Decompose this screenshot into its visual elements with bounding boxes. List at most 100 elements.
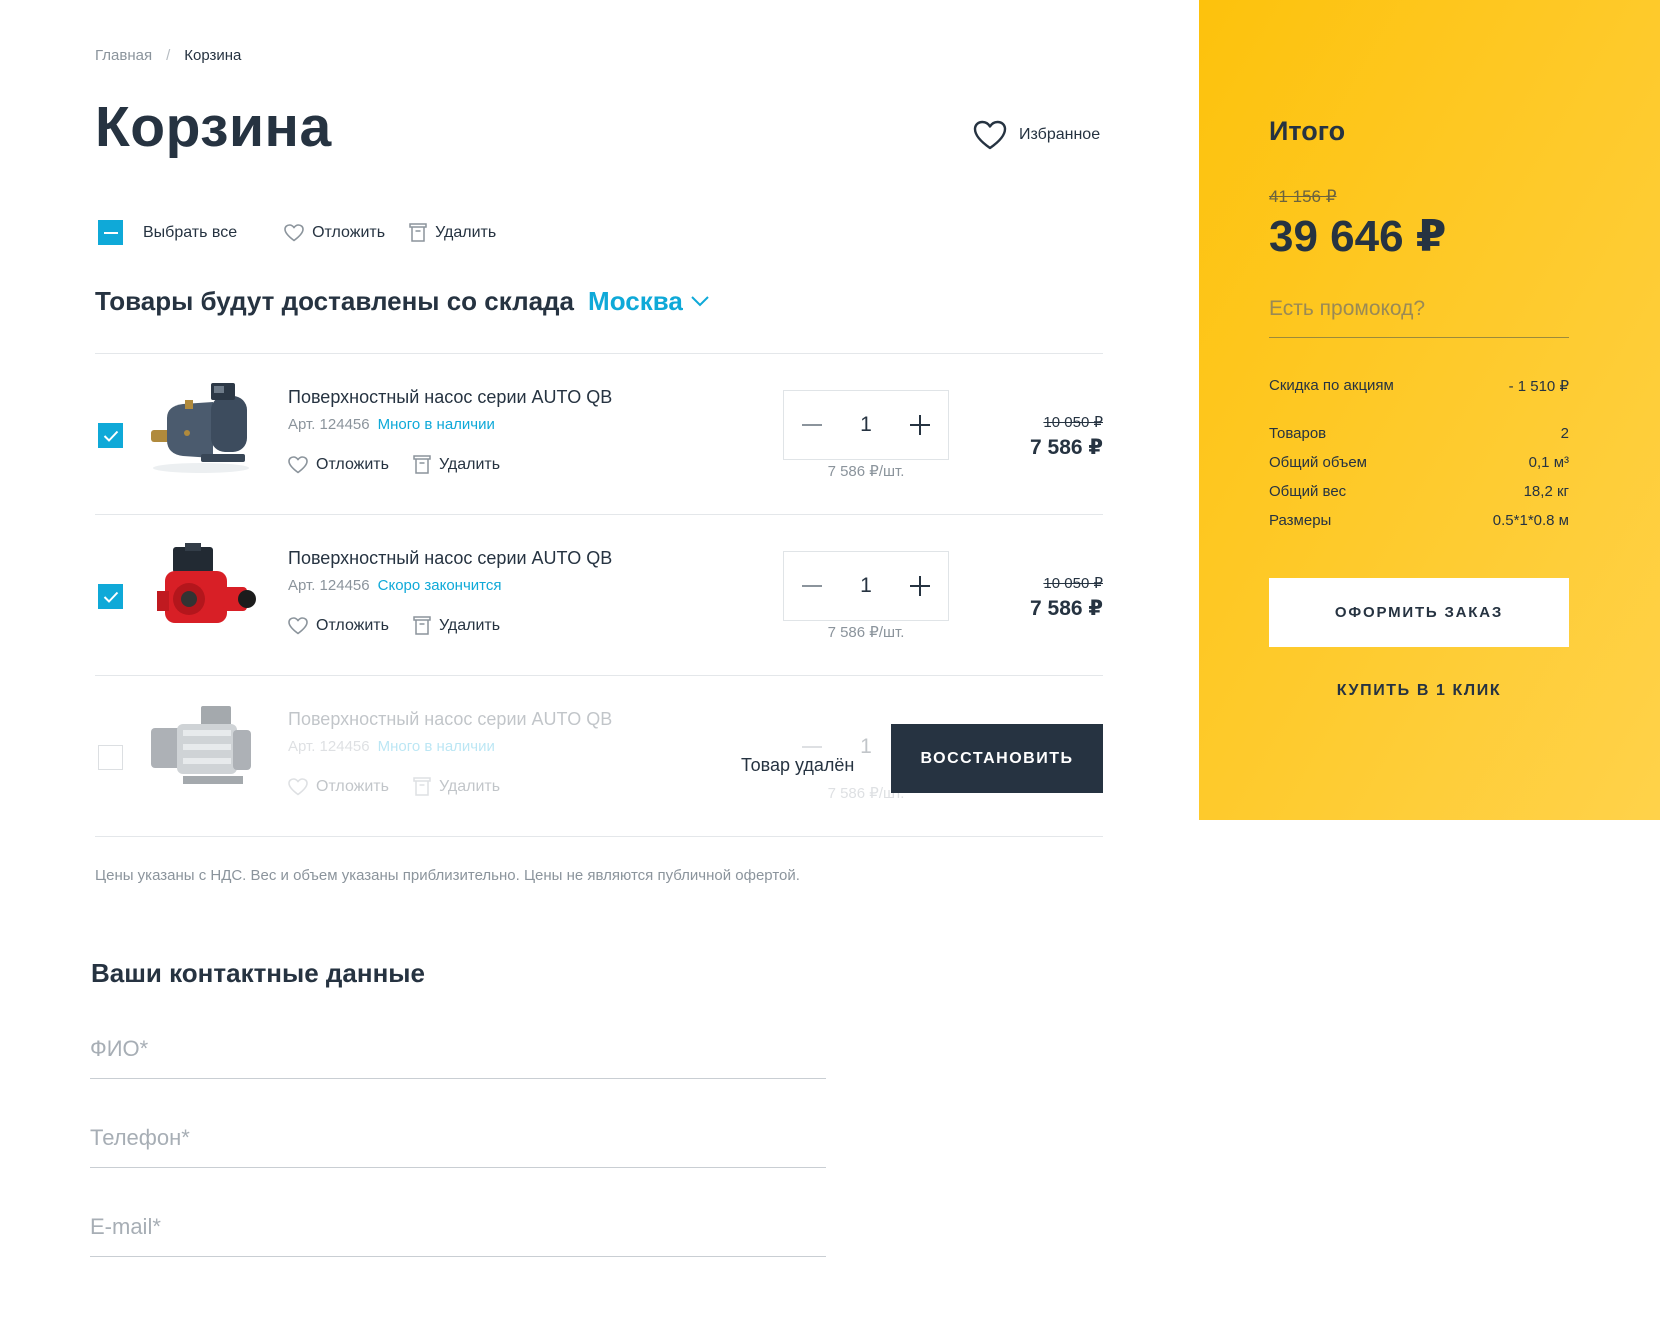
item-stock-status: Много в наличии	[377, 416, 495, 433]
unit-price: 7 586 ₽/шт.	[827, 463, 905, 480]
postpone-label: Отложить	[316, 777, 389, 795]
item-checkbox[interactable]	[98, 584, 123, 609]
summary-label: Общий объем	[1269, 454, 1367, 471]
warehouse-label: Товары будут доставлены со склада	[95, 286, 575, 316]
item-actions: Отложить Удалить	[288, 616, 500, 635]
item-stock-status: Много в наличии	[377, 738, 495, 755]
heart-icon	[973, 120, 1007, 150]
quantity-value[interactable]: 1	[860, 574, 872, 598]
email-field[interactable]	[90, 1197, 826, 1257]
quantity-stepper: 1	[783, 390, 949, 460]
decrease-button[interactable]	[798, 411, 826, 439]
warehouse-heading: Товары будут доставлены со склада Москва	[95, 286, 709, 317]
item-actions: Отложить Удалить	[288, 777, 500, 796]
postpone-button: Отложить	[288, 777, 389, 796]
promo-code-input[interactable]	[1269, 280, 1569, 338]
summary-value: 0.5*1*0.8 м	[1492, 512, 1569, 529]
product-image	[151, 706, 251, 784]
page-title: Корзина	[95, 95, 332, 159]
trash-icon	[413, 777, 431, 796]
breadcrumb-home-link[interactable]: Главная	[95, 47, 152, 64]
chevron-down-icon	[691, 296, 709, 307]
checkmark-icon	[103, 430, 118, 442]
item-sku: Арт. 124456 Много в наличии	[288, 738, 495, 755]
item-sku-text: Арт. 124456	[288, 738, 370, 755]
order-summary-panel: Итого 41 156 ₽ 39 646 ₽ Скидка по акциям…	[1199, 0, 1660, 820]
old-price: 10 050 ₽	[1043, 414, 1103, 431]
delete-label: Удалить	[438, 616, 501, 634]
decrease-button[interactable]	[798, 572, 826, 600]
summary-value: - 1 510 ₽	[1508, 378, 1569, 395]
checkout-button[interactable]: ОФОРМИТЬ ЗАКАЗ	[1269, 578, 1569, 647]
heart-icon	[288, 777, 308, 795]
postpone-button[interactable]: Отложить	[288, 616, 389, 635]
favorites-link[interactable]: Избранное	[973, 120, 1100, 150]
summary-value: 2	[1560, 425, 1569, 442]
item-removed-label: Товар удалён	[741, 755, 855, 775]
item-stock-status: Скоро закончится	[377, 577, 502, 594]
summary-row-discount: Скидка по акциям - 1 510 ₽	[1269, 377, 1569, 395]
breadcrumb-current: Корзина	[184, 47, 242, 64]
postpone-label: Отложить	[316, 455, 389, 473]
quantity-value[interactable]: 1	[860, 413, 872, 437]
delete-all-button[interactable]: Удалить	[409, 223, 496, 242]
warehouse-city: Москва	[588, 286, 683, 316]
increase-button[interactable]	[906, 411, 934, 439]
old-total: 41 156 ₽	[1269, 187, 1337, 206]
summary-row-items: Товаров 2	[1269, 425, 1569, 442]
delete-label: Удалить	[438, 777, 501, 795]
delete-all-label: Удалить	[435, 223, 497, 241]
item-name[interactable]: Поверхностный насос серии AUTO QB	[288, 548, 612, 569]
item-sku: Арт. 124456 Скоро закончится	[288, 577, 501, 594]
delete-button[interactable]: Удалить	[413, 455, 500, 474]
postpone-all-button[interactable]: Отложить	[284, 224, 385, 242]
summary-row-size: Размеры 0.5*1*0.8 м	[1269, 512, 1569, 529]
breadcrumb-separator: /	[166, 47, 171, 64]
item-checkbox[interactable]	[98, 745, 123, 770]
buy-one-click-button[interactable]: КУПИТЬ В 1 КЛИК	[1269, 682, 1569, 700]
cart-item: Поверхностный насос серии AUTO QB Арт. 1…	[95, 354, 1103, 514]
item-name[interactable]: Поверхностный насос серии AUTO QB	[288, 387, 612, 408]
cart-items-list: Поверхностный насос серии AUTO QB Арт. 1…	[95, 353, 1103, 837]
item-name: Поверхностный насос серии AUTO QB	[288, 709, 613, 729]
full-name-field[interactable]	[90, 1019, 826, 1079]
phone-field[interactable]	[90, 1108, 826, 1168]
contacts-title: Ваши контактные данные	[91, 958, 425, 988]
summary-row-weight: Общий вес 18,2 кг	[1269, 483, 1569, 500]
item-sku-text: Арт. 124456	[288, 416, 370, 433]
trash-icon	[413, 616, 431, 635]
item-sku-text: Арт. 124456	[288, 577, 370, 594]
minus-icon	[103, 231, 118, 234]
heart-icon	[288, 455, 308, 473]
summary-label: Общий вес	[1269, 483, 1347, 500]
postpone-button[interactable]: Отложить	[288, 455, 389, 474]
postpone-all-label: Отложить	[312, 223, 386, 241]
plus-icon	[910, 415, 930, 435]
select-all-checkbox[interactable]	[98, 220, 123, 245]
item-price: 7 586 ₽	[1030, 597, 1103, 620]
favorites-label: Избранное	[1019, 126, 1101, 143]
delete-button: Удалить	[413, 777, 500, 796]
prices-note: Цены указаны с НДС. Вес и объем указаны …	[95, 867, 800, 884]
plus-icon	[910, 576, 930, 596]
minus-icon	[802, 424, 822, 426]
warehouse-city-select[interactable]: Москва	[588, 286, 709, 317]
restore-button[interactable]: ВОССТАНОВИТЬ	[891, 724, 1103, 793]
cart-item-removed: Поверхностный насос серии AUTO QB Арт. 1…	[95, 676, 1103, 836]
summary-value: 0,1 м³	[1528, 454, 1569, 471]
unit-price: 7 586 ₽/шт.	[827, 624, 905, 641]
increase-button[interactable]	[906, 572, 934, 600]
heart-icon	[284, 223, 304, 241]
select-all-label[interactable]: Выбрать все	[143, 224, 237, 242]
delete-button[interactable]: Удалить	[413, 616, 500, 635]
heart-icon	[288, 616, 308, 634]
quantity-stepper: 1	[783, 551, 949, 621]
item-sku: Арт. 124456 Много в наличии	[288, 416, 495, 433]
divider	[95, 836, 1103, 837]
summary-value: 18,2 кг	[1523, 483, 1569, 500]
item-actions: Отложить Удалить	[288, 455, 500, 474]
item-checkbox[interactable]	[98, 423, 123, 448]
total-price: 39 646 ₽	[1269, 212, 1447, 261]
trash-icon	[409, 223, 427, 242]
cart-item: Поверхностный насос серии AUTO QB Арт. 1…	[95, 515, 1103, 675]
